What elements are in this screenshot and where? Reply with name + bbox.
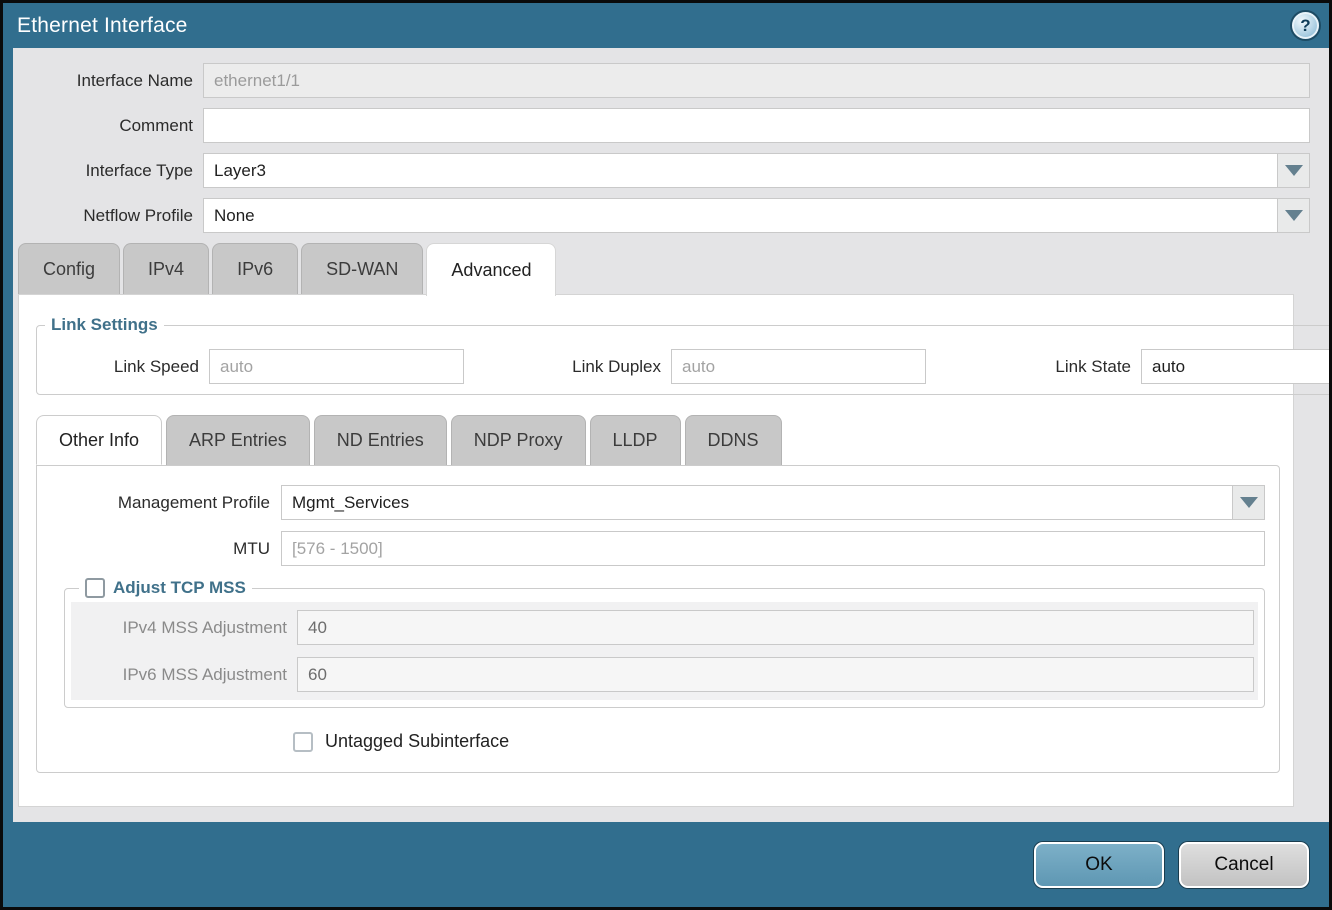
left-frame-strip bbox=[3, 48, 13, 822]
chevron-down-icon bbox=[1285, 210, 1303, 221]
tab-arp-entries[interactable]: ARP Entries bbox=[166, 415, 310, 465]
tab-sd-wan[interactable]: SD-WAN bbox=[301, 243, 423, 294]
interface-type-label: Interface Type bbox=[13, 161, 203, 181]
tab-advanced[interactable]: Advanced bbox=[426, 243, 556, 296]
advanced-tab-panel: Link Settings Link Speed Link Duplex Lin… bbox=[18, 294, 1294, 807]
adjust-tcp-mss-label: Adjust TCP MSS bbox=[113, 578, 246, 598]
link-speed-label: Link Speed bbox=[37, 357, 209, 377]
tab-ipv6[interactable]: IPv6 bbox=[212, 243, 298, 294]
dialog-content: Interface Name Comment Interface Type Ne… bbox=[13, 48, 1329, 822]
link-duplex-label: Link Duplex bbox=[511, 357, 671, 377]
interface-type-dropdown-button[interactable] bbox=[1277, 153, 1310, 188]
ipv6-mss-row: IPv6 MSS Adjustment bbox=[75, 657, 1254, 692]
dialog-title: Ethernet Interface bbox=[17, 14, 188, 38]
adjust-tcp-mss-checkbox[interactable] bbox=[85, 578, 105, 598]
footer-bar: OK Cancel bbox=[3, 822, 1329, 907]
main-tab-bar: Config IPv4 IPv6 SD-WAN Advanced bbox=[13, 243, 1310, 294]
tab-config[interactable]: Config bbox=[18, 243, 120, 294]
netflow-profile-value[interactable] bbox=[203, 198, 1277, 233]
link-settings-legend: Link Settings bbox=[45, 315, 164, 335]
tab-ddns[interactable]: DDNS bbox=[685, 415, 782, 465]
ipv4-mss-field bbox=[297, 610, 1254, 645]
netflow-profile-label: Netflow Profile bbox=[13, 206, 203, 226]
tab-lldp[interactable]: LLDP bbox=[590, 415, 681, 465]
interface-name-row: Interface Name bbox=[13, 63, 1310, 98]
ok-button[interactable]: OK bbox=[1034, 842, 1164, 888]
link-settings-row: Link Speed Link Duplex Link State bbox=[37, 349, 1329, 384]
link-state-value[interactable] bbox=[1141, 349, 1329, 384]
management-profile-label: Management Profile bbox=[38, 493, 281, 513]
interface-name-field bbox=[203, 63, 1310, 98]
link-state-dropdown[interactable] bbox=[1141, 349, 1329, 384]
link-speed-field[interactable] bbox=[209, 349, 464, 384]
management-profile-dropdown-button[interactable] bbox=[1232, 485, 1265, 520]
chevron-down-icon bbox=[1285, 165, 1303, 176]
ipv6-mss-field bbox=[297, 657, 1254, 692]
cancel-button[interactable]: Cancel bbox=[1179, 842, 1309, 888]
mss-disabled-box: IPv4 MSS Adjustment IPv6 MSS Adjustment bbox=[71, 602, 1258, 700]
other-info-panel: Management Profile MTU bbox=[36, 465, 1280, 773]
comment-field[interactable] bbox=[203, 108, 1310, 143]
netflow-profile-row: Netflow Profile bbox=[13, 198, 1310, 233]
untagged-subinterface-row: Untagged Subinterface bbox=[293, 731, 1265, 752]
help-icon[interactable]: ? bbox=[1292, 12, 1319, 39]
tab-nd-entries[interactable]: ND Entries bbox=[314, 415, 447, 465]
untagged-subinterface-checkbox[interactable] bbox=[293, 732, 313, 752]
dialog-body: Interface Name Comment Interface Type Ne… bbox=[3, 48, 1329, 822]
comment-label: Comment bbox=[13, 116, 203, 136]
title-bar: Ethernet Interface ? bbox=[3, 3, 1329, 48]
netflow-profile-dropdown-button[interactable] bbox=[1277, 198, 1310, 233]
link-settings-fieldset: Link Settings Link Speed Link Duplex Lin… bbox=[36, 315, 1329, 395]
management-profile-dropdown[interactable] bbox=[281, 485, 1265, 520]
interface-type-dropdown[interactable] bbox=[203, 153, 1310, 188]
interface-type-row: Interface Type bbox=[13, 153, 1310, 188]
untagged-subinterface-label: Untagged Subinterface bbox=[325, 731, 509, 752]
adjust-tcp-mss-fieldset: Adjust TCP MSS IPv4 MSS Adjustment IPv6 … bbox=[64, 578, 1265, 708]
interface-type-value[interactable] bbox=[203, 153, 1277, 188]
ipv6-mss-label: IPv6 MSS Adjustment bbox=[75, 665, 297, 685]
interface-name-label: Interface Name bbox=[13, 71, 203, 91]
netflow-profile-dropdown[interactable] bbox=[203, 198, 1310, 233]
management-profile-value[interactable] bbox=[281, 485, 1232, 520]
mtu-row: MTU bbox=[38, 531, 1265, 566]
tab-ipv4[interactable]: IPv4 bbox=[123, 243, 209, 294]
adjust-tcp-mss-legend: Adjust TCP MSS bbox=[79, 578, 252, 598]
mtu-field[interactable] bbox=[281, 531, 1265, 566]
link-duplex-field[interactable] bbox=[671, 349, 926, 384]
inner-tab-bar: Other Info ARP Entries ND Entries NDP Pr… bbox=[36, 415, 1280, 465]
tab-ndp-proxy[interactable]: NDP Proxy bbox=[451, 415, 586, 465]
ipv4-mss-label: IPv4 MSS Adjustment bbox=[75, 618, 297, 638]
management-profile-row: Management Profile bbox=[38, 485, 1265, 520]
chevron-down-icon bbox=[1240, 497, 1258, 508]
mtu-label: MTU bbox=[38, 539, 281, 559]
comment-row: Comment bbox=[13, 108, 1310, 143]
ethernet-interface-dialog: Ethernet Interface ? Interface Name Comm… bbox=[0, 0, 1332, 910]
ipv4-mss-row: IPv4 MSS Adjustment bbox=[75, 610, 1254, 645]
link-state-label: Link State bbox=[989, 357, 1141, 377]
tab-other-info[interactable]: Other Info bbox=[36, 415, 162, 465]
